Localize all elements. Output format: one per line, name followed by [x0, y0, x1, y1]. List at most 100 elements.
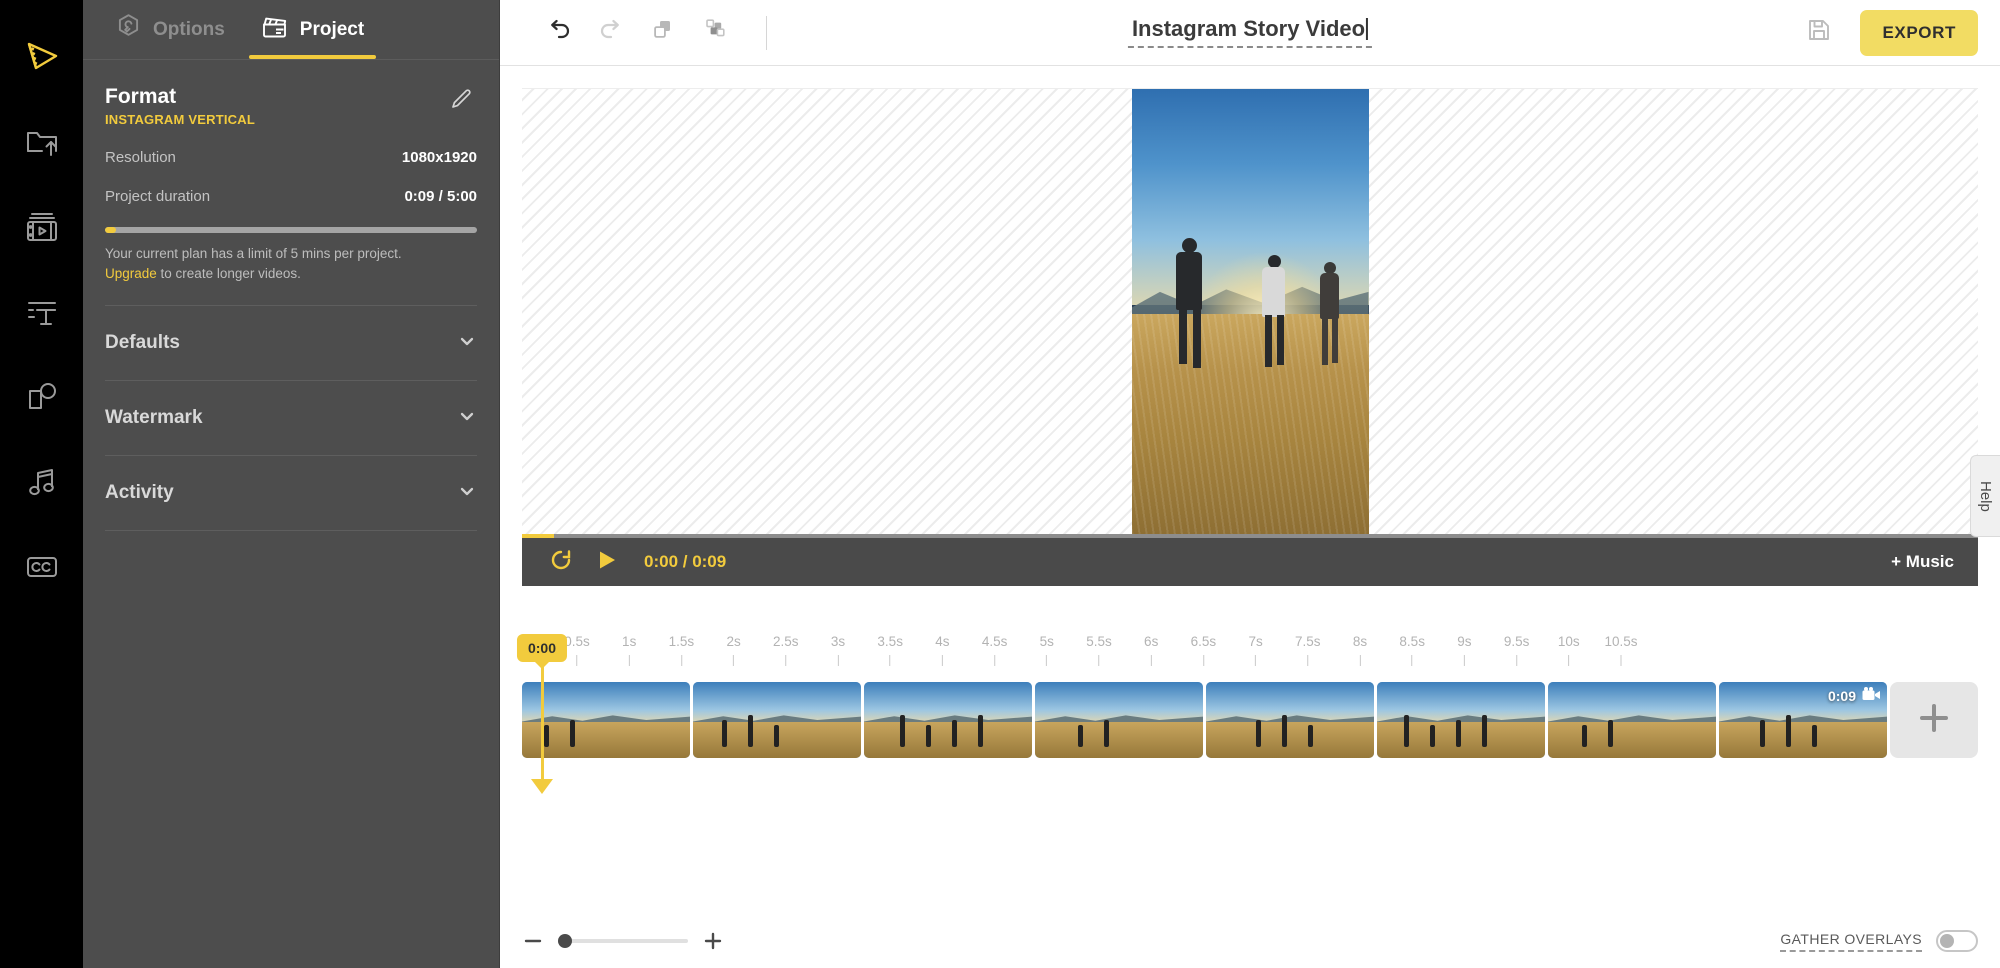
tab-options[interactable]: Options — [97, 0, 243, 59]
ruler-tick-line — [1411, 655, 1413, 666]
clip-figure — [1282, 715, 1287, 748]
zoom-slider[interactable] — [558, 934, 688, 948]
project-panel: Options Project Format INSTAGRAM VERTICA… — [83, 0, 500, 968]
ruler-tick: 6s — [1144, 634, 1158, 666]
project-title-input[interactable]: Instagram Story Video — [1127, 16, 1373, 48]
help-tab[interactable]: Help — [1970, 455, 2000, 537]
play-icon — [595, 548, 619, 577]
sidebar-item-music[interactable] — [0, 439, 83, 524]
ruler-tick: 5s — [1040, 634, 1054, 666]
gather-overlays-toggle[interactable] — [1936, 930, 1978, 952]
plus-icon — [1913, 697, 1955, 744]
sidebar-item-logo[interactable] — [0, 14, 83, 99]
undo-button[interactable] — [536, 10, 582, 56]
player-bar: 0:00 / 0:09 + Music — [522, 534, 1978, 586]
loop-button[interactable] — [538, 539, 584, 585]
zoom-slider-knob[interactable] — [558, 934, 572, 948]
ruler-tick: 3s — [831, 634, 845, 666]
timeline-clip[interactable] — [522, 682, 690, 758]
save-button[interactable] — [1796, 10, 1842, 56]
ruler-tick-label: 7.5s — [1295, 634, 1321, 649]
preview-video[interactable] — [1131, 89, 1369, 538]
sidebar-item-design[interactable] — [0, 354, 83, 439]
tab-options-label: Options — [153, 18, 225, 40]
ruler-tick: 2s — [726, 634, 741, 666]
toolbar-tools — [500, 10, 767, 56]
clip-sky — [1377, 682, 1545, 722]
player-progress[interactable] — [522, 534, 1978, 538]
timeline-clip[interactable] — [693, 682, 861, 758]
timeline-clip[interactable] — [1548, 682, 1716, 758]
clip-figure — [1104, 720, 1109, 748]
ruler-tick-label: 3s — [830, 634, 846, 649]
arrange-button[interactable] — [692, 10, 738, 56]
timeline-ruler[interactable]: 0.5s 1s 1.5s 2s 2.5s 3s 3.5s 4s 4.5s 5s 5.5s 6s 6.5s… — [522, 634, 1978, 682]
ruler-tick-label: 8s — [1352, 634, 1368, 649]
upgrade-link[interactable]: Upgrade — [105, 266, 157, 281]
clip-grass — [864, 721, 1032, 758]
ruler-tick-line — [628, 655, 630, 666]
timeline-clip[interactable] — [1206, 682, 1374, 758]
accordion-defaults[interactable]: Defaults — [105, 306, 477, 382]
save-disk-icon — [1806, 17, 1832, 48]
sidebar-item-upload[interactable] — [0, 99, 83, 184]
ruler-tick: 8.5s — [1399, 634, 1425, 666]
timeline-clip[interactable] — [864, 682, 1032, 758]
chevron-down-icon — [457, 406, 477, 431]
ruler-tick-line — [1307, 655, 1309, 666]
timeline-clip[interactable]: 0:09 — [1719, 682, 1887, 758]
video-library-icon — [25, 210, 59, 244]
clip-figure — [1582, 725, 1587, 748]
timeline-clip[interactable] — [1377, 682, 1545, 758]
ruler-tick-line — [576, 655, 578, 666]
sidebar-item-stock-video[interactable] — [0, 184, 83, 269]
format-title: Format — [105, 85, 177, 108]
ruler-tick-line — [1098, 655, 1100, 666]
add-music-button[interactable]: + Music — [1891, 552, 1962, 572]
clip-grass — [1035, 721, 1203, 758]
clapperboard-icon — [261, 13, 289, 47]
ruler-tick-line — [1255, 655, 1257, 666]
export-button[interactable]: EXPORT — [1860, 9, 1978, 56]
ruler-tick: 4s — [935, 634, 950, 666]
ruler-tick-label: 2s — [726, 634, 741, 649]
toggle-knob — [1940, 934, 1954, 948]
ruler-tick: 9s — [1457, 634, 1472, 666]
ruler-tick-line — [889, 655, 891, 666]
ruler-tick-label: 9s — [1457, 634, 1472, 649]
preview-canvas[interactable] — [522, 88, 1978, 538]
zoom-out-button[interactable] — [522, 930, 544, 952]
text-caret — [1366, 17, 1369, 40]
left-icon-rail — [0, 0, 83, 968]
ruler-tick: 1.5s — [669, 634, 694, 666]
tab-project[interactable]: Project — [243, 0, 382, 59]
figure-leg — [1178, 308, 1187, 364]
panel-content: Format INSTAGRAM VERTICAL Resolution 108… — [83, 60, 499, 283]
clip-figure — [544, 725, 549, 748]
duplicate-icon — [649, 16, 677, 49]
clip-figure — [722, 720, 727, 748]
redo-button[interactable] — [588, 10, 634, 56]
accordion-activity-label: Activity — [105, 482, 174, 504]
accordion-watermark[interactable]: Watermark — [105, 381, 477, 457]
accordion-activity[interactable]: Activity — [105, 456, 477, 532]
ruler-tick-label: 5.5s — [1086, 634, 1112, 649]
clip-figure — [570, 720, 575, 748]
ruler-tick-line — [1620, 655, 1622, 666]
ruler-tick-line — [1359, 655, 1361, 666]
duplicate-button[interactable] — [640, 10, 686, 56]
add-clip-button[interactable] — [1890, 682, 1978, 758]
clip-grass — [1719, 721, 1887, 758]
zoom-in-button[interactable] — [702, 930, 724, 952]
main-area: Instagram Story Video EXPORT 0:00 / 0:09… — [500, 0, 2000, 968]
sidebar-item-captions[interactable] — [0, 524, 83, 609]
ruler-tick-line — [941, 655, 943, 666]
edit-format-button[interactable] — [445, 84, 477, 121]
plan-limit-note: Your current plan has a limit of 5 mins … — [105, 244, 477, 283]
ruler-tick-line — [1568, 655, 1570, 666]
play-button[interactable] — [584, 539, 630, 585]
music-note-icon — [25, 465, 59, 499]
timeline-clip[interactable] — [1035, 682, 1203, 758]
clip-figure — [1404, 715, 1409, 748]
sidebar-item-text[interactable] — [0, 269, 83, 354]
